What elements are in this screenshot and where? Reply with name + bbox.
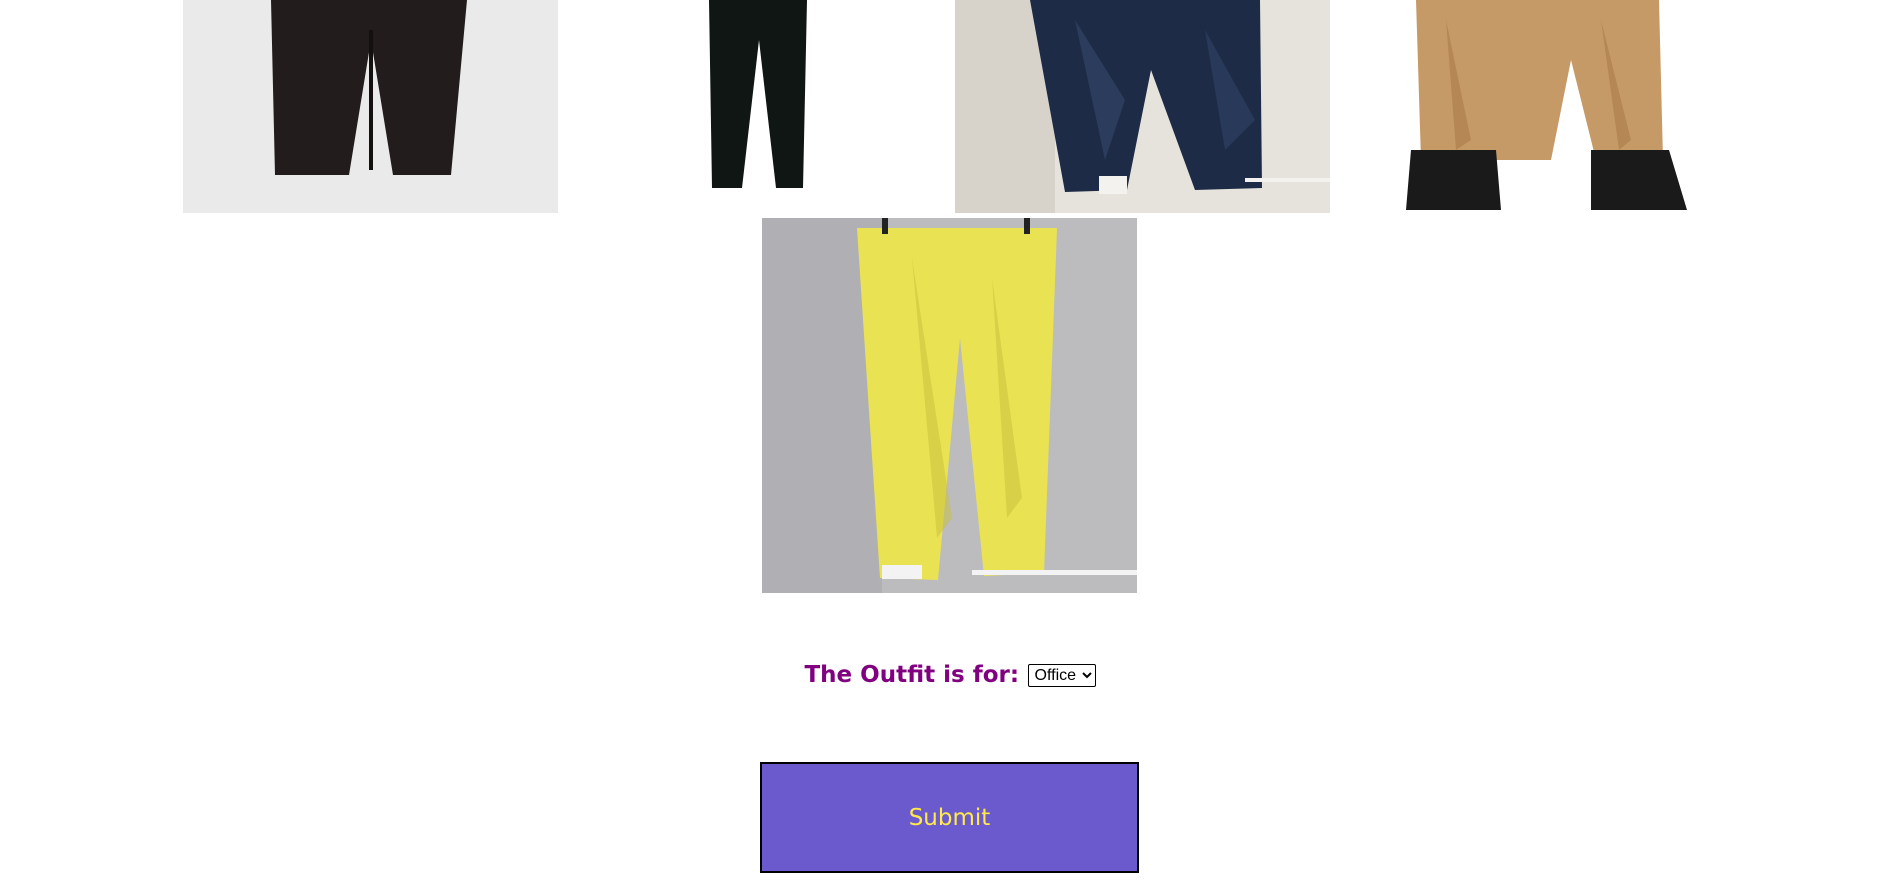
occasion-label: The Outfit is for: — [804, 662, 1020, 688]
black-slim-pants-photo — [596, 0, 971, 213]
occasion-select[interactable]: Office — [1027, 663, 1096, 687]
product-image-black-slim-trousers[interactable] — [596, 0, 971, 213]
occasion-row: The Outfit is for: Office — [0, 662, 1900, 688]
product-image-dark-denim-jeans[interactable] — [955, 0, 1330, 213]
product-image-black-trousers[interactable] — [183, 0, 558, 213]
khaki-chinos-photo — [1351, 0, 1726, 213]
dark-jeans-photo — [955, 0, 1330, 213]
submit-button[interactable]: Submit — [760, 762, 1139, 873]
product-image-yellow-jeans[interactable] — [762, 218, 1137, 593]
product-image-khaki-chinos[interactable] — [1351, 0, 1726, 213]
yellow-jeans-photo — [762, 218, 1137, 593]
black-pants-photo — [183, 0, 558, 213]
